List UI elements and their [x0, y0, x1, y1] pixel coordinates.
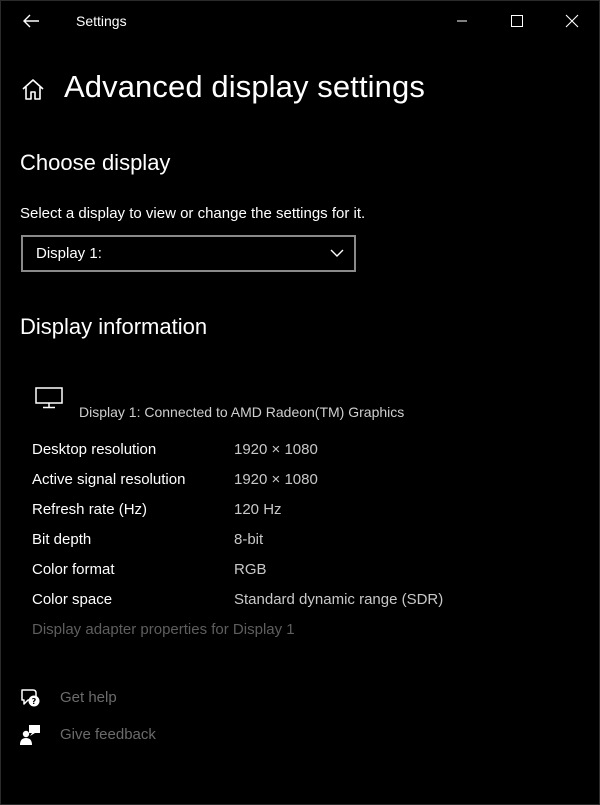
info-row-bit-depth: Bit depth 8-bit [32, 531, 572, 553]
info-label: Bit depth [32, 531, 92, 548]
minimize-button[interactable] [439, 1, 485, 41]
back-button[interactable] [11, 5, 51, 37]
info-row-desktop-resolution: Desktop resolution 1920 × 1080 [32, 441, 572, 463]
info-value: 1920 × 1080 [234, 441, 318, 458]
svg-text:?: ? [32, 697, 37, 706]
choose-display-heading: Choose display [20, 150, 171, 175]
give-feedback-link[interactable]: Give feedback [19, 724, 239, 748]
maximize-button[interactable] [494, 1, 540, 41]
info-value: 8-bit [234, 531, 264, 548]
get-help-label: Get help [60, 689, 117, 706]
info-label: Refresh rate (Hz) [32, 501, 148, 518]
close-icon [565, 14, 579, 28]
info-value: 120 Hz [234, 501, 282, 518]
maximize-icon [511, 15, 523, 27]
display-description: Display 1: Connected to AMD Radeon(TM) G… [79, 404, 405, 420]
info-row-color-space: Color space Standard dynamic range (SDR) [32, 591, 572, 613]
give-feedback-label: Give feedback [60, 726, 156, 743]
display-select[interactable]: Display 1: [21, 235, 356, 272]
display-information-heading: Display information [20, 314, 208, 339]
info-row-active-signal-resolution: Active signal resolution 1920 × 1080 [32, 471, 572, 493]
info-label: Color format [32, 561, 115, 578]
settings-window: Settings Advanced display settings Choos… [0, 0, 600, 805]
info-label: Active signal resolution [32, 471, 186, 488]
close-button[interactable] [549, 1, 595, 41]
monitor-icon [35, 387, 63, 409]
info-value: 1920 × 1080 [234, 471, 318, 488]
choose-display-instruction: Select a display to view or change the s… [20, 205, 366, 222]
feedback-icon [20, 725, 40, 745]
info-row-color-format: Color format RGB [32, 561, 572, 583]
back-arrow-icon [23, 14, 39, 28]
minimize-icon [457, 20, 467, 22]
title-bar: Settings [1, 1, 599, 41]
info-value: Standard dynamic range (SDR) [234, 591, 444, 608]
page-title: Advanced display settings [64, 69, 425, 104]
home-icon[interactable] [20, 77, 46, 103]
display-adapter-properties-link[interactable]: Display adapter properties for Display 1 [32, 621, 295, 638]
help-icon: ? [21, 689, 40, 707]
get-help-link[interactable]: ? Get help [19, 687, 239, 711]
app-title: Settings [76, 13, 127, 29]
chevron-down-icon [330, 249, 344, 257]
info-value: RGB [234, 561, 267, 578]
info-label: Desktop resolution [32, 441, 157, 458]
display-select-value: Display 1: [36, 245, 102, 262]
info-row-refresh-rate: Refresh rate (Hz) 120 Hz [32, 501, 572, 523]
info-label: Color space [32, 591, 113, 608]
